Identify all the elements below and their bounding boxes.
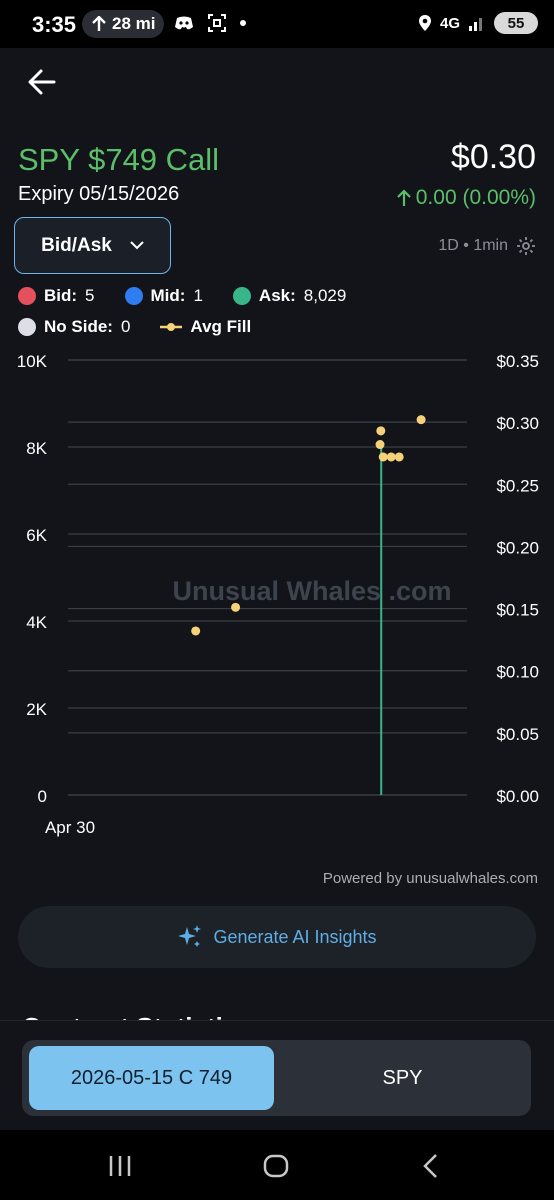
- discord-icon: [175, 16, 193, 30]
- bid-ask-dropdown[interactable]: Bid/Ask: [14, 217, 171, 274]
- right-axis-tick: $0.10: [496, 663, 539, 682]
- navigation-pill[interactable]: 28 mi: [82, 10, 164, 38]
- screenshot-icon: [208, 14, 226, 32]
- avg-fill-point[interactable]: [394, 452, 404, 462]
- legend-no-side[interactable]: No Side: 0: [18, 317, 130, 337]
- segment-contract[interactable]: 2026-05-15 C 749: [29, 1046, 274, 1110]
- nav-distance: 28 mi: [112, 14, 156, 33]
- avg-fill-point[interactable]: [386, 452, 396, 462]
- timeframe-label: 1D • 1min: [438, 237, 508, 254]
- signal-icon: [469, 18, 482, 31]
- timeframe-selector[interactable]: 1D • 1min: [438, 236, 536, 256]
- avg-fill-point[interactable]: [376, 426, 386, 436]
- legend-mid[interactable]: Mid: 1: [124, 286, 203, 306]
- ask-volume-bar[interactable]: [380, 445, 383, 795]
- avg-fill-point[interactable]: [378, 452, 388, 462]
- fill-chart[interactable]: $0.35 $0.30 $0.25 $0.20 $0.15 $0.10 $0.05 $0.00…: [0, 340, 554, 850]
- arrow-up-icon: [92, 16, 106, 31]
- arrow-up-icon: [396, 189, 411, 206]
- left-axis-tick: 10K: [17, 352, 48, 371]
- home-icon[interactable]: [260, 1150, 292, 1182]
- network-label: 4G: [439, 14, 460, 32]
- recent-apps-icon[interactable]: [104, 1150, 136, 1182]
- price-change: 0.00 (0.00%): [396, 186, 536, 210]
- notification-dot-icon: [240, 20, 246, 26]
- bid-dot-icon: [18, 287, 36, 305]
- option-price: $0.30: [450, 138, 536, 176]
- status-bar: 3:35 28 mi 4G 55: [0, 0, 554, 48]
- status-time: 3:35: [32, 12, 77, 37]
- chevron-down-icon: [130, 241, 144, 250]
- avg-fill-point[interactable]: [191, 626, 201, 636]
- avg-fill-point[interactable]: [231, 602, 241, 612]
- x-axis-tick: Apr 30: [45, 818, 95, 837]
- left-axis-tick: 6K: [26, 526, 47, 545]
- powered-by-text: Powered by unusualwhales.com: [322, 870, 538, 887]
- right-axis-tick: $0.20: [496, 538, 539, 557]
- watermark-text: Unusual Whales .com: [172, 576, 451, 606]
- avg-fill-line-icon: [160, 323, 183, 331]
- sparkles-icon: [178, 925, 202, 947]
- left-axis-tick: 0: [38, 787, 47, 806]
- legend-row-2: No Side: 0 Avg Fill: [18, 317, 273, 337]
- left-axis-tick: 4K: [26, 613, 47, 632]
- legend-bid[interactable]: Bid: 5: [18, 286, 95, 306]
- right-axis-tick: $0.15: [496, 601, 539, 620]
- legend-avg-fill[interactable]: Avg Fill: [160, 317, 251, 337]
- avg-fill-point[interactable]: [416, 415, 426, 425]
- battery-indicator: 55: [494, 12, 538, 34]
- right-axis-tick: $0.25: [496, 476, 539, 495]
- dropdown-label: Bid/Ask: [41, 234, 112, 256]
- right-axis-tick: $0.35: [496, 352, 539, 371]
- mid-dot-icon: [124, 287, 143, 305]
- legend-ask[interactable]: Ask: 8,029: [232, 286, 346, 306]
- back-arrow-icon[interactable]: [26, 66, 58, 98]
- ask-dot-icon: [232, 287, 251, 305]
- right-axis-tick: $0.30: [496, 414, 539, 433]
- legend-row-1: Bid: 5 Mid: 1 Ask: 8,029: [18, 286, 368, 306]
- generate-ai-insights-button[interactable]: Generate AI Insights: [18, 906, 536, 968]
- location-icon: [418, 15, 431, 31]
- left-axis-tick: 2K: [26, 700, 47, 719]
- avg-fill-point[interactable]: [375, 440, 385, 450]
- right-axis-tick: $0.05: [496, 725, 539, 744]
- left-axis-tick: 8K: [26, 439, 47, 458]
- right-axis-tick: $0.00: [496, 787, 539, 806]
- option-expiry: Expiry 05/15/2026: [18, 183, 180, 205]
- system-nav-bar: [0, 1130, 554, 1200]
- price-change-value: 0.00 (0.00%): [415, 186, 536, 209]
- no-side-dot-icon: [18, 318, 36, 336]
- ai-button-label: Generate AI Insights: [213, 926, 377, 947]
- gear-icon[interactable]: [516, 236, 536, 256]
- back-icon[interactable]: [416, 1150, 448, 1182]
- option-title: SPY $749 Call: [18, 142, 220, 177]
- segment-spy[interactable]: SPY: [280, 1046, 525, 1110]
